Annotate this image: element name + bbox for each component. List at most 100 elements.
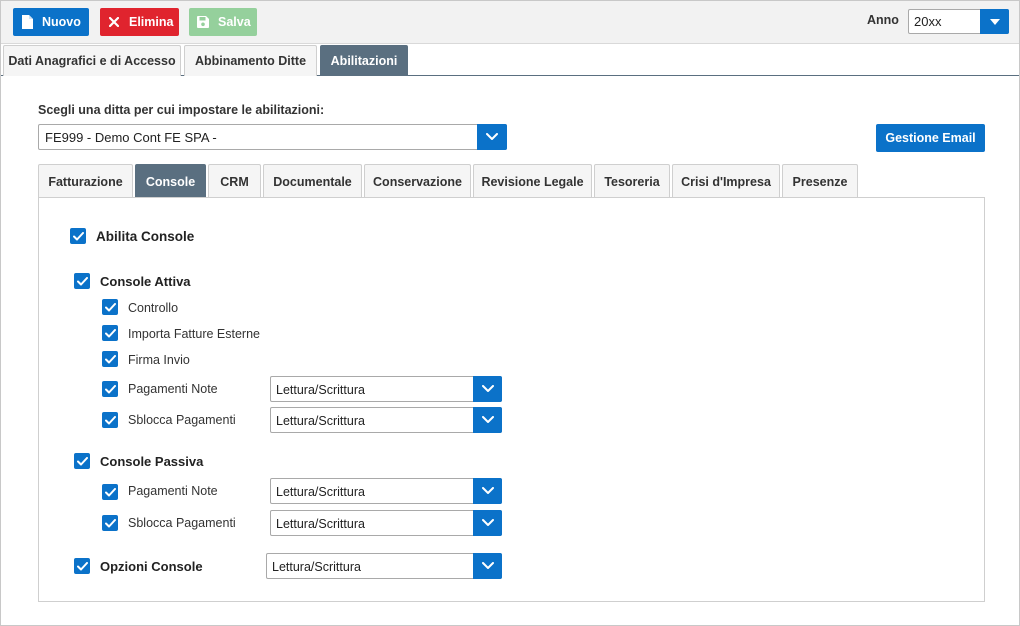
attiva-pagamenti-note-label: Pagamenti Note <box>128 382 218 396</box>
tab-conservazione[interactable]: Conservazione <box>364 164 471 198</box>
select-value: Lettura/Scrittura <box>276 383 365 397</box>
year-select-value: 20xx <box>914 14 942 29</box>
chevron-down-icon <box>486 133 498 140</box>
check-icon <box>104 354 116 363</box>
check-icon <box>104 487 116 496</box>
firma-invio-label: Firma Invio <box>128 353 190 367</box>
ditta-dropdown-button[interactable] <box>477 124 507 150</box>
save-button[interactable]: Salva <box>189 8 257 36</box>
tab-label: Documentale <box>273 174 352 189</box>
tab-label: Tesoreria <box>604 174 660 189</box>
tab-tesoreria[interactable]: Tesoreria <box>594 164 670 198</box>
floppy-disk-icon <box>197 15 209 29</box>
gestione-email-label: Gestione Email <box>885 131 976 145</box>
dropdown-button[interactable] <box>473 553 502 579</box>
check-icon <box>104 328 116 337</box>
console-passiva-label: Console Passiva <box>100 454 204 469</box>
console-passiva-checkbox[interactable] <box>74 453 90 469</box>
passiva-sblocca-pagamenti-label: Sblocca Pagamenti <box>128 516 236 530</box>
dropdown-button[interactable] <box>473 407 502 433</box>
chevron-down-icon <box>481 385 494 392</box>
attiva-sblocca-pagamenti-checkbox[interactable] <box>102 412 118 428</box>
tab-fatturazione[interactable]: Fatturazione <box>38 164 133 198</box>
tab-crisi-impresa[interactable]: Crisi d'Impresa <box>672 164 780 198</box>
chevron-down-icon <box>481 519 494 526</box>
dropdown-button[interactable] <box>473 510 502 536</box>
tab-abbinamento-ditte[interactable]: Abbinamento Ditte <box>184 45 317 76</box>
tab-label: Dati Anagrafici e di Accesso <box>8 54 176 68</box>
attiva-pagamenti-note-select[interactable]: Lettura/Scrittura <box>270 376 502 402</box>
console-attiva-checkbox[interactable] <box>74 273 90 289</box>
save-button-label: Salva <box>218 15 251 29</box>
ditta-select-value: FE999 - Demo Cont FE SPA - <box>45 130 217 145</box>
tab-label: CRM <box>220 174 249 189</box>
passiva-pagamenti-note-select[interactable]: Lettura/Scrittura <box>270 478 502 504</box>
passiva-sblocca-pagamenti-checkbox[interactable] <box>102 515 118 531</box>
dropdown-button[interactable] <box>473 376 502 402</box>
importa-fatture-label: Importa Fatture Esterne <box>128 327 261 341</box>
console-attiva-label: Console Attiva <box>100 274 191 289</box>
tab-label: Conservazione <box>373 174 462 189</box>
check-icon <box>104 302 116 311</box>
close-icon <box>108 15 120 29</box>
select-value: Lettura/Scrittura <box>272 560 361 574</box>
abilita-console-checkbox[interactable] <box>70 228 86 244</box>
check-icon <box>104 518 116 527</box>
tab-revisione-legale[interactable]: Revisione Legale <box>473 164 592 198</box>
opzioni-console-checkbox[interactable] <box>74 558 90 574</box>
passiva-sblocca-pagamenti-select[interactable]: Lettura/Scrittura <box>270 510 502 536</box>
tab-documentale[interactable]: Documentale <box>263 164 362 198</box>
attiva-sblocca-pagamenti-label: Sblocca Pagamenti <box>128 413 236 427</box>
tab-label: Presenze <box>792 174 848 189</box>
tab-label: Console <box>145 174 196 189</box>
firma-invio-checkbox[interactable] <box>102 351 118 367</box>
file-icon <box>21 15 33 29</box>
ditta-label: Scegli una ditta per cui impostare le ab… <box>38 103 325 117</box>
check-icon <box>76 456 88 465</box>
tab-abilitazioni[interactable]: Abilitazioni <box>320 45 408 76</box>
attiva-pagamenti-note-checkbox[interactable] <box>102 381 118 397</box>
tab-crm[interactable]: CRM <box>208 164 261 198</box>
tab-console[interactable]: Console <box>135 164 206 198</box>
attiva-sblocca-pagamenti-select[interactable]: Lettura/Scrittura <box>270 407 502 433</box>
select-value: Lettura/Scrittura <box>276 517 365 531</box>
tab-label: Fatturazione <box>48 174 123 189</box>
dropdown-button[interactable] <box>473 478 502 504</box>
select-value: Lettura/Scrittura <box>276 414 365 428</box>
select-value: Lettura/Scrittura <box>276 485 365 499</box>
tab-presenze[interactable]: Presenze <box>782 164 858 198</box>
sub-tabs: Fatturazione Console CRM Documentale Con… <box>38 164 985 198</box>
opzioni-console-select[interactable]: Lettura/Scrittura <box>266 553 502 579</box>
window-frame: Nuovo Elimina Salva Anno 20xx Dati Anagr… <box>0 0 1020 626</box>
ditta-select[interactable]: FE999 - Demo Cont FE SPA - <box>38 124 507 150</box>
passiva-pagamenti-note-checkbox[interactable] <box>102 484 118 500</box>
caret-down-icon <box>989 18 1000 25</box>
tab-label: Crisi d'Impresa <box>681 174 771 189</box>
tab-label: Revisione Legale <box>481 174 584 189</box>
controllo-checkbox[interactable] <box>102 299 118 315</box>
check-icon <box>76 561 88 570</box>
chevron-down-icon <box>481 562 494 569</box>
passiva-pagamenti-note-label: Pagamenti Note <box>128 484 218 498</box>
check-icon <box>72 231 84 240</box>
toolbar: Nuovo Elimina Salva Anno 20xx <box>1 1 1019 44</box>
check-icon <box>76 276 88 285</box>
year-select[interactable]: 20xx <box>908 9 1009 34</box>
tab-label: Abilitazioni <box>330 54 398 68</box>
main-tabs: Dati Anagrafici e di Accesso Abbinamento… <box>1 44 1019 76</box>
year-dropdown-button[interactable] <box>980 9 1009 34</box>
abilita-console-label: Abilita Console <box>96 229 195 244</box>
console-panel <box>38 197 985 602</box>
check-icon <box>104 415 116 424</box>
delete-button-label: Elimina <box>129 15 174 29</box>
year-label: Anno <box>867 13 899 27</box>
importa-fatture-checkbox[interactable] <box>102 325 118 341</box>
controllo-label: Controllo <box>128 301 179 315</box>
new-button-label: Nuovo <box>42 15 81 29</box>
tab-dati-anagrafici[interactable]: Dati Anagrafici e di Accesso <box>3 45 181 76</box>
delete-button[interactable]: Elimina <box>100 8 179 36</box>
opzioni-console-label: Opzioni Console <box>100 559 203 574</box>
new-button[interactable]: Nuovo <box>13 8 89 36</box>
gestione-email-button[interactable]: Gestione Email <box>876 124 985 152</box>
check-icon <box>104 384 116 393</box>
